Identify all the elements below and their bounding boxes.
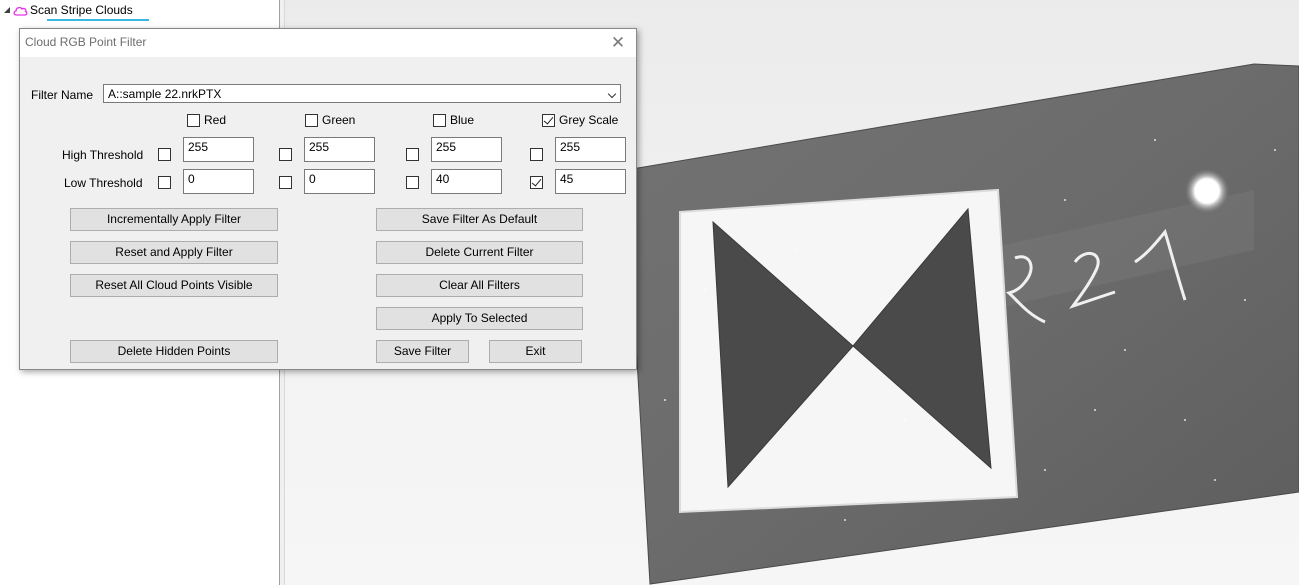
green-high-field[interactable]: 255	[304, 137, 375, 162]
red-high-field[interactable]: 255	[183, 137, 254, 162]
grey-low-field[interactable]: 45	[555, 169, 626, 194]
grey-scale-channel-label: Grey Scale	[559, 113, 619, 127]
collapse-triangle-icon[interactable]	[3, 6, 11, 14]
exit-button[interactable]: Exit	[489, 340, 582, 363]
red-low-field[interactable]: 0	[183, 169, 254, 194]
cloud-icon	[13, 6, 28, 16]
green-low-checkbox[interactable]	[279, 176, 292, 189]
grey-high-checkbox[interactable]	[530, 148, 543, 161]
incrementally-apply-filter-button[interactable]: Incrementally Apply Filter	[70, 208, 278, 231]
blue-high-field[interactable]: 255	[431, 137, 502, 162]
blue-low-field[interactable]: 40	[431, 169, 502, 194]
red-channel-checkbox[interactable]	[187, 114, 200, 127]
save-filter-button[interactable]: Save Filter	[376, 340, 469, 363]
dialog-title: Cloud RGB Point Filter	[25, 35, 147, 49]
dialog-titlebar[interactable]: Cloud RGB Point Filter ✕	[20, 29, 636, 57]
tree-item-label: Scan Stripe Clouds	[30, 3, 133, 17]
blue-channel-label: Blue	[450, 113, 475, 127]
grey-high-field[interactable]: 255	[555, 137, 626, 162]
red-high-checkbox[interactable]	[158, 148, 171, 161]
filter-name-label: Filter Name	[31, 88, 94, 102]
tree-item-scan-stripe-clouds[interactable]: Scan Stripe Clouds	[3, 2, 134, 18]
clear-all-filters-button[interactable]: Clear All Filters	[376, 274, 583, 297]
filter-name-value: A::sample 22.nrkPTX	[108, 87, 222, 101]
red-low-checkbox[interactable]	[158, 176, 171, 189]
chevron-down-icon[interactable]	[607, 89, 617, 99]
grey-scale-channel-checkbox[interactable]	[542, 114, 555, 127]
low-threshold-label: Low Threshold	[64, 176, 143, 190]
grey-low-checkbox[interactable]	[530, 176, 543, 189]
filter-name-combo[interactable]: A::sample 22.nrkPTX	[103, 84, 621, 103]
red-channel-label: Red	[204, 113, 227, 127]
tree-selection-underline	[47, 19, 149, 21]
high-threshold-label: High Threshold	[62, 148, 144, 162]
delete-hidden-points-button[interactable]: Delete Hidden Points	[70, 340, 278, 363]
blue-high-checkbox[interactable]	[406, 148, 419, 161]
green-high-checkbox[interactable]	[279, 148, 292, 161]
glare-spot	[1185, 169, 1229, 213]
green-channel-label: Green	[322, 113, 356, 127]
reset-all-cloud-points-visible-button[interactable]: Reset All Cloud Points Visible	[70, 274, 278, 297]
reset-and-apply-filter-button[interactable]: Reset and Apply Filter	[70, 241, 278, 264]
blue-channel-checkbox[interactable]	[433, 114, 446, 127]
delete-current-filter-button[interactable]: Delete Current Filter	[376, 241, 583, 264]
save-filter-as-default-button[interactable]: Save Filter As Default	[376, 208, 583, 231]
blue-low-checkbox[interactable]	[406, 176, 419, 189]
green-channel-checkbox[interactable]	[305, 114, 318, 127]
cloud-rgb-point-filter-dialog: Cloud RGB Point Filter ✕ Filter Name A::…	[19, 28, 637, 370]
close-icon[interactable]: ✕	[608, 33, 628, 53]
green-low-field[interactable]: 0	[304, 169, 375, 194]
apply-to-selected-button[interactable]: Apply To Selected	[376, 307, 583, 330]
